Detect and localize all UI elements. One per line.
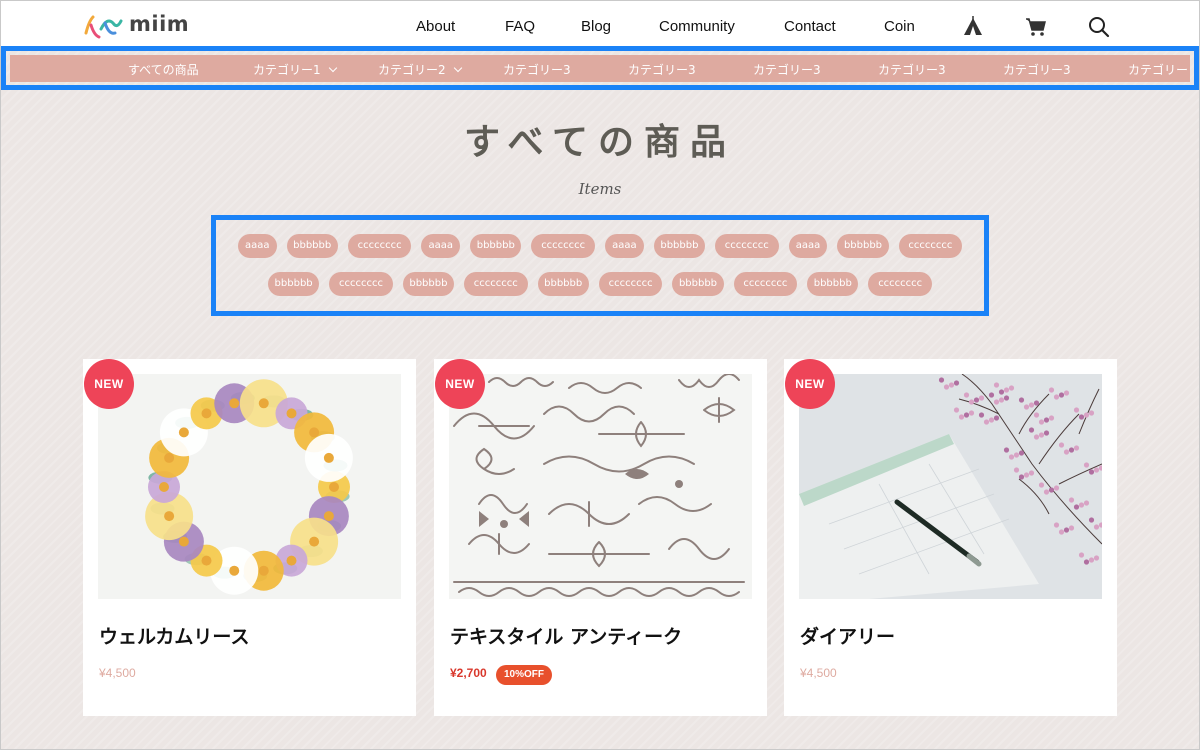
product-title[interactable]: テキスタイル アンティーク [450,622,682,649]
category-bar-highlight [1,46,1199,90]
page-subtitle: Items [578,180,622,198]
search-icon[interactable] [1088,16,1110,38]
page-title: すべての商品 [463,122,737,163]
product-sale-price: ¥2,700 [450,666,487,680]
new-badge: NEW [84,359,134,409]
nav-faq[interactable]: FAQ [505,18,535,35]
antique-ornament-image [449,374,752,599]
nav-coin[interactable]: Coin [884,18,915,35]
nav-contact[interactable]: Contact [784,18,836,35]
site-logo[interactable]: miim [83,12,190,39]
product-card[interactable]: ダイアリー ¥4,500 [784,359,1117,716]
new-badge: NEW [435,359,485,409]
nav-blog[interactable]: Blog [581,18,611,35]
site-header: miim About FAQ Blog Community Contact Co… [0,0,1200,48]
nav-community[interactable]: Community [659,18,735,35]
tent-icon[interactable] [962,16,984,38]
nav-about[interactable]: About [416,18,455,35]
tag-cloud-highlight [211,215,989,316]
diary-photo-image [799,374,1102,599]
product-price: ¥4,500 [99,666,136,680]
product-price: ¥4,500 [800,666,837,680]
product-image-wreath[interactable] [98,374,401,599]
discount-badge: 10%OFF [496,665,553,685]
product-image-ornament[interactable] [449,374,752,599]
logo-text: miim [129,12,190,36]
cart-icon[interactable] [1025,16,1047,38]
product-title[interactable]: ダイアリー [800,622,895,649]
product-title[interactable]: ウェルカムリース [99,622,249,649]
product-card[interactable]: ウェルカムリース ¥4,500 [83,359,416,716]
product-image-diary[interactable] [799,374,1102,599]
logo-mark-icon [84,15,123,39]
flower-wreath-image [98,374,401,599]
product-card[interactable]: テキスタイル アンティーク ¥2,700 10%OFF [434,359,767,716]
new-badge: NEW [785,359,835,409]
